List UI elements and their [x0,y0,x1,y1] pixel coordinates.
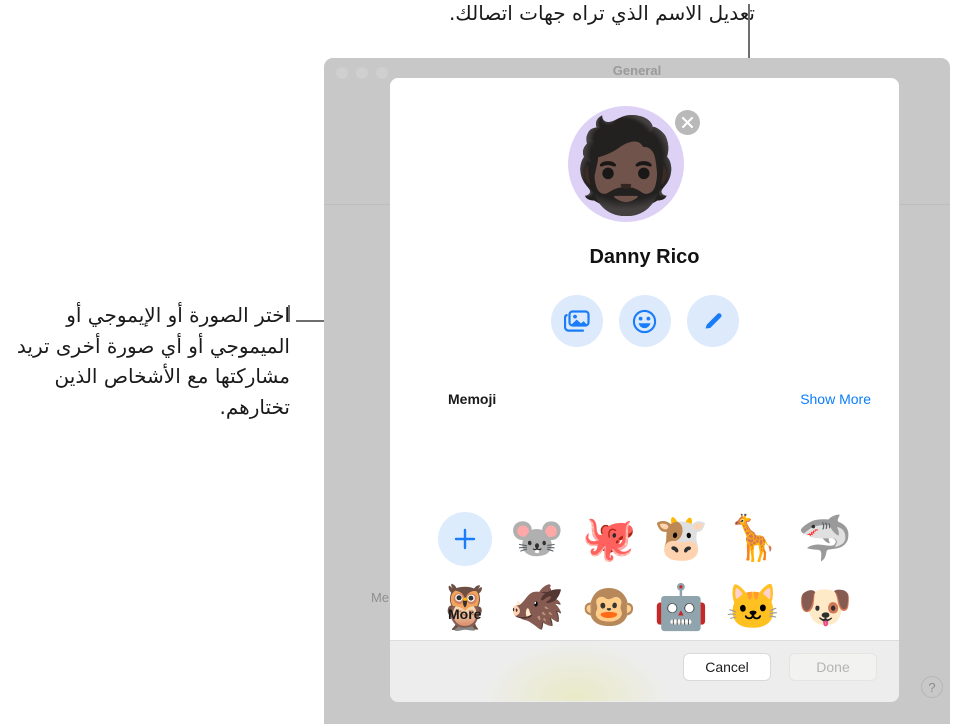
person-name: Danny Rico [589,246,700,268]
sheet-body: 🧔🏿 Danny Rico Memoji Show More 🐭 🐙 🐮 🦒 🦈… [390,78,899,640]
screenshot-root: تعديل الاسم الذي تراه جهات اتصالك. اختر … [0,0,966,724]
remove-avatar-button[interactable] [675,110,700,135]
memoji-grid-row-1: 🐭 🐙 🐮 🦒 🦈 [438,512,852,566]
show-more-link[interactable]: Show More [800,391,871,407]
pencil-icon [705,313,722,329]
done-button: Done [789,653,877,681]
plus-icon [454,528,476,550]
avatar-container: 🧔🏿 [568,106,700,232]
memoji-grid-row-2: 🦉 🐗 🐵 🤖 🐱 🐶 [438,581,853,635]
background-field-label: Me [371,590,390,605]
photos-icon [563,310,590,332]
edit-button[interactable] [686,295,739,347]
photos-button[interactable] [550,295,603,347]
memoji-item[interactable]: 🐶 [798,581,853,635]
memoji-item[interactable]: 🦒 [726,512,781,566]
more-section-title: More [448,606,482,622]
memoji-item[interactable]: 🐙 [582,512,637,566]
sheet-footer: Cancel Done [390,640,899,702]
cancel-button[interactable]: Cancel [683,653,771,681]
callout-text-edit-name: تعديل الاسم الذي تراه جهات اتصالك. [448,1,755,25]
avatar[interactable]: 🧔🏿 [568,106,684,222]
memoji-item[interactable]: 🦈 [798,512,853,566]
add-memoji-button[interactable] [438,512,492,566]
avatar-picker-sheet: 🧔🏿 Danny Rico Memoji Show More 🐭 🐙 🐮 🦒 🦈… [390,78,899,640]
memoji-item[interactable]: 🐵 [582,581,637,635]
sheet-footer-buttons: Cancel Done [683,653,877,681]
footer-glow [485,643,665,701]
memoji-section-title: Memoji [448,391,497,407]
memoji-item[interactable]: 🐮 [654,512,709,566]
avatar-memoji-image: 🧔🏿 [568,115,684,217]
window-title: General [612,63,662,78]
help-button[interactable]: ? [921,676,943,698]
emoji-button[interactable] [618,295,671,347]
smiley-icon [632,309,657,333]
callout-leader-left-tick [288,305,290,322]
memoji-item[interactable]: 🐗 [510,581,565,635]
memoji-section-header: Memoji Show More [448,391,871,407]
callout-text-choose-image: اختر الصورة أو الإيموجي أو الميموجي أو أ… [16,303,290,419]
memoji-item[interactable]: 🐭 [510,512,565,566]
avatar-action-buttons [390,295,899,347]
memoji-item[interactable]: 🐱 [726,581,781,635]
memoji-item[interactable]: 🤖 [654,581,709,635]
close-icon [681,116,694,129]
